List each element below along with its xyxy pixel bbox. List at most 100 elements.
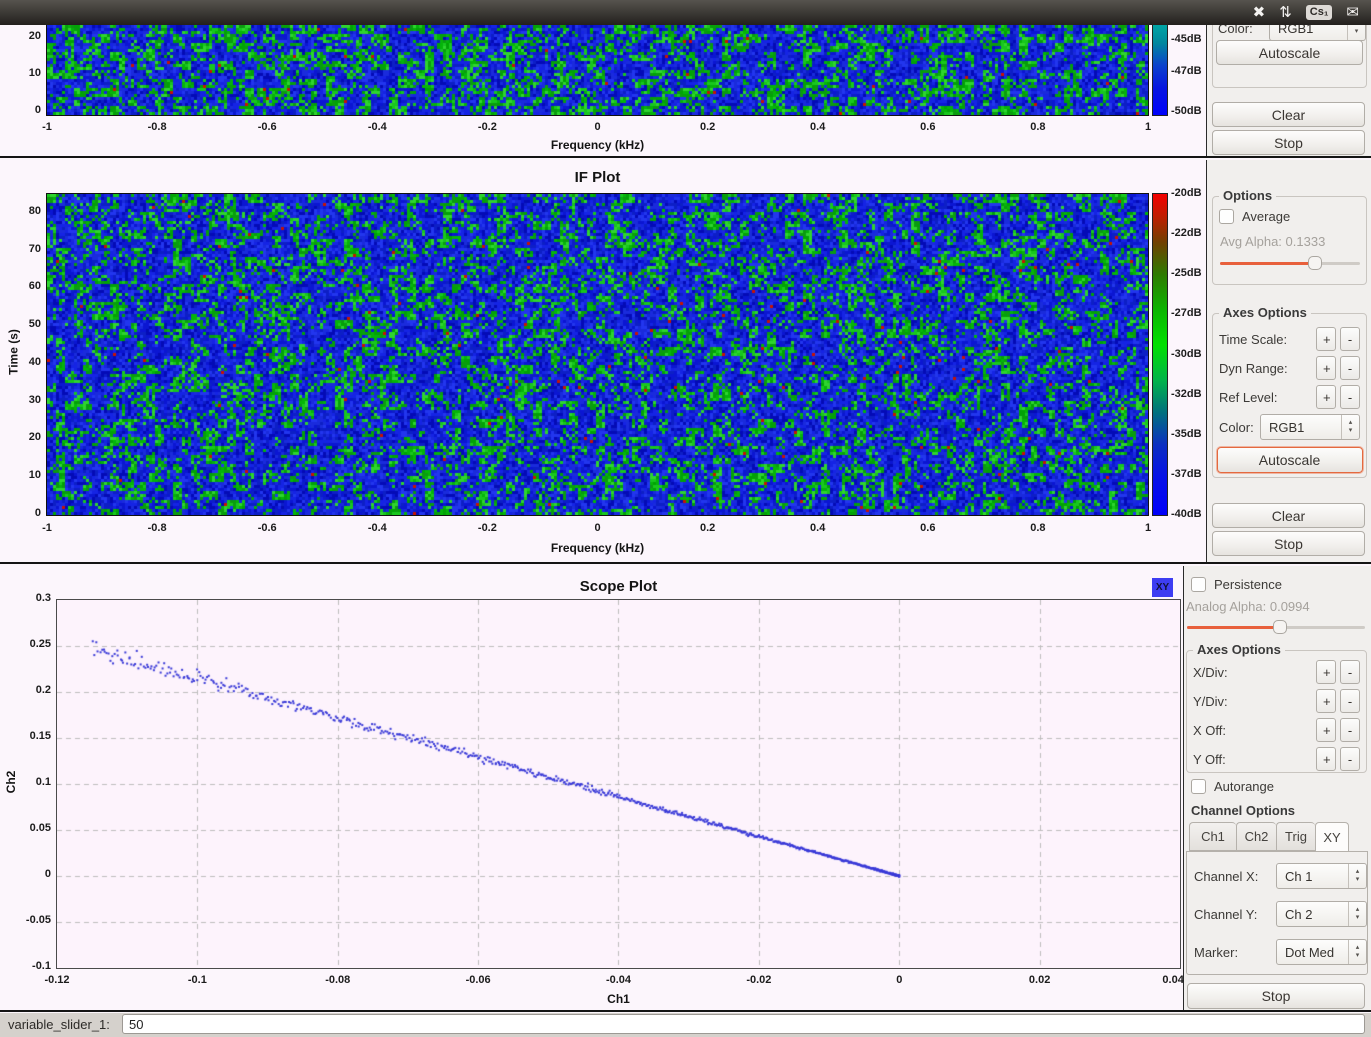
- if-autoscale-button[interactable]: Autoscale: [1217, 447, 1363, 473]
- if-axes-rows: Time Scale:+-Dyn Range:+-Ref Level:+-: [1213, 327, 1366, 409]
- window-titlebar: ✖ ⇅ Cs₁ ✉: [0, 0, 1371, 25]
- x-tick-label: 0.4: [810, 522, 825, 534]
- top-stop-button[interactable]: Stop: [1212, 130, 1365, 155]
- x-tick-label: 1: [1145, 522, 1151, 534]
- x-tick-label: -0.8: [148, 121, 167, 133]
- slider-handle[interactable]: [1273, 620, 1287, 634]
- if-axes-title: Axes Options: [1219, 305, 1311, 320]
- x-tick-label: 0.04: [1162, 974, 1183, 986]
- updown-arrows-icon[interactable]: ⇅: [1279, 5, 1292, 20]
- spinner-arrows-icon[interactable]: ▴▾: [1348, 864, 1366, 888]
- slider-handle[interactable]: [1308, 256, 1322, 270]
- channel-tab-ch1[interactable]: Ch1: [1189, 822, 1236, 851]
- colorbar-tick-label: -50dB: [1171, 105, 1202, 117]
- top-waterfall-plot[interactable]: [46, 25, 1149, 116]
- autorange-checkbox[interactable]: [1191, 779, 1206, 794]
- avg-alpha-slider[interactable]: [1220, 256, 1360, 270]
- colorbar-tick-label: -30dB: [1171, 348, 1202, 360]
- x-tick-label: 0.2: [700, 522, 715, 534]
- y-tick-label: 0: [11, 868, 51, 880]
- if-axes-option-decrease-button[interactable]: -: [1340, 356, 1360, 380]
- x-tick-label: -0.2: [478, 121, 497, 133]
- x-tick-label: -1: [42, 121, 52, 133]
- channel-option-spinbox[interactable]: Dot Med▴▾: [1276, 939, 1367, 965]
- x-tick-label: -0.04: [606, 974, 631, 986]
- if-average-row: Average: [1219, 209, 1290, 224]
- scope-axes-title: Axes Options: [1193, 642, 1285, 657]
- scope-axes-option-row: X/Div:+-: [1193, 660, 1360, 684]
- channel-option-spinbox[interactable]: Ch 1▴▾: [1276, 863, 1367, 889]
- scope-axes-groupbox: Axes Options X/Div:+-Y/Div:+-X Off:+-Y O…: [1186, 650, 1367, 773]
- slider-fill: [1187, 626, 1280, 629]
- persistence-checkbox[interactable]: [1191, 577, 1206, 592]
- if-axes-option-row: Dyn Range:+-: [1219, 356, 1360, 380]
- window-actions-icon[interactable]: ✖: [1253, 5, 1266, 20]
- x-tick-label: -0.2: [478, 522, 497, 534]
- scope-plot-title: Scope Plot: [57, 578, 1180, 595]
- variable-slider-bar: variable_slider_1:: [0, 1013, 1371, 1037]
- scope-axes-option-label: Y/Div:: [1193, 694, 1316, 709]
- y-tick-label: 40: [1, 356, 41, 368]
- y-tick-label: 0.15: [11, 730, 51, 742]
- scope-axes-option-decrease-button[interactable]: -: [1340, 718, 1360, 742]
- spin-down-glyph: ▾: [1356, 914, 1360, 922]
- x-tick-label: 0.8: [1030, 121, 1045, 133]
- spinner-arrows-icon[interactable]: ▴▾: [1341, 415, 1359, 439]
- scope-axes-option-increase-button[interactable]: +: [1316, 689, 1336, 713]
- if-stop-button[interactable]: Stop: [1212, 531, 1365, 556]
- channel-option-value: Ch 2: [1277, 907, 1348, 922]
- spinner-arrows-icon[interactable]: ▴▾: [1348, 940, 1366, 964]
- scope-stop-button[interactable]: Stop: [1187, 983, 1365, 1009]
- scope-axes-option-decrease-button[interactable]: -: [1340, 689, 1360, 713]
- if-options-title: Options: [1219, 188, 1276, 203]
- top-autoscale-button[interactable]: Autoscale: [1216, 40, 1363, 65]
- spin-down-glyph: ▾: [1356, 952, 1360, 960]
- avg-alpha-label: Avg Alpha: 0.1333: [1220, 234, 1325, 249]
- if-waterfall-plot[interactable]: [46, 193, 1149, 516]
- y-tick-label: 50: [1, 318, 41, 330]
- if-axes-option-row: Ref Level:+-: [1219, 385, 1360, 409]
- if-color-row: Color: RGB1 ▴▾: [1219, 414, 1360, 440]
- analog-alpha-slider[interactable]: [1187, 620, 1365, 634]
- scope-axes-option-decrease-button[interactable]: -: [1340, 747, 1360, 771]
- scope-axes-option-decrease-button[interactable]: -: [1340, 660, 1360, 684]
- spinner-arrows-icon[interactable]: ▴▾: [1347, 25, 1365, 40]
- scope-xy-plot[interactable]: [56, 599, 1181, 969]
- keyboard-indicator-badge[interactable]: Cs₁: [1306, 5, 1333, 20]
- top-control-panel: Color: RGB1 ▴▾ Autoscale Clear Stop: [1207, 25, 1371, 156]
- x-tick-label: -0.8: [148, 522, 167, 534]
- top-color-spinbox[interactable]: RGB1 ▴▾: [1269, 25, 1366, 41]
- channel-tab-xy[interactable]: XY: [1315, 822, 1349, 852]
- top-color-label: Color:: [1218, 25, 1253, 36]
- if-color-spinbox[interactable]: RGB1 ▴▾: [1260, 414, 1360, 440]
- scope-axes-option-increase-button[interactable]: +: [1316, 747, 1336, 771]
- scope-axes-option-row: X Off:+-: [1193, 718, 1360, 742]
- top-color-value: RGB1: [1270, 25, 1347, 36]
- average-checkbox[interactable]: [1219, 209, 1234, 224]
- if-color-label: Color:: [1219, 420, 1260, 435]
- top-colorbar: [1152, 25, 1168, 116]
- if-axes-option-increase-button[interactable]: +: [1316, 385, 1336, 409]
- x-tick-label: 0: [896, 974, 902, 986]
- if-plot-title: IF Plot: [47, 169, 1148, 186]
- mail-icon[interactable]: ✉: [1346, 5, 1359, 20]
- x-tick-label: 0.02: [1029, 974, 1050, 986]
- channel-option-spinbox[interactable]: Ch 2▴▾: [1276, 901, 1367, 927]
- channel-tab-trig[interactable]: Trig: [1276, 822, 1315, 851]
- x-tick-label: -0.02: [746, 974, 771, 986]
- scope-axes-option-increase-button[interactable]: +: [1316, 718, 1336, 742]
- if-clear-button[interactable]: Clear: [1212, 503, 1365, 528]
- if-axes-option-increase-button[interactable]: +: [1316, 356, 1336, 380]
- y-tick-label: 10: [1, 67, 41, 79]
- spinner-arrows-icon[interactable]: ▴▾: [1348, 902, 1366, 926]
- variable-slider-input[interactable]: [122, 1014, 1365, 1034]
- channel-tabpanel: Channel X:Ch 1▴▾Channel Y:Ch 2▴▾Marker:D…: [1186, 851, 1368, 975]
- if-axes-option-increase-button[interactable]: +: [1316, 327, 1336, 351]
- x-tick-label: 0.2: [700, 121, 715, 133]
- scope-axes-option-increase-button[interactable]: +: [1316, 660, 1336, 684]
- channel-tab-ch2[interactable]: Ch2: [1236, 822, 1276, 851]
- top-clear-button[interactable]: Clear: [1212, 102, 1365, 127]
- if-axes-option-decrease-button[interactable]: -: [1340, 385, 1360, 409]
- top-color-row: Color:: [1218, 25, 1253, 41]
- if-axes-option-decrease-button[interactable]: -: [1340, 327, 1360, 351]
